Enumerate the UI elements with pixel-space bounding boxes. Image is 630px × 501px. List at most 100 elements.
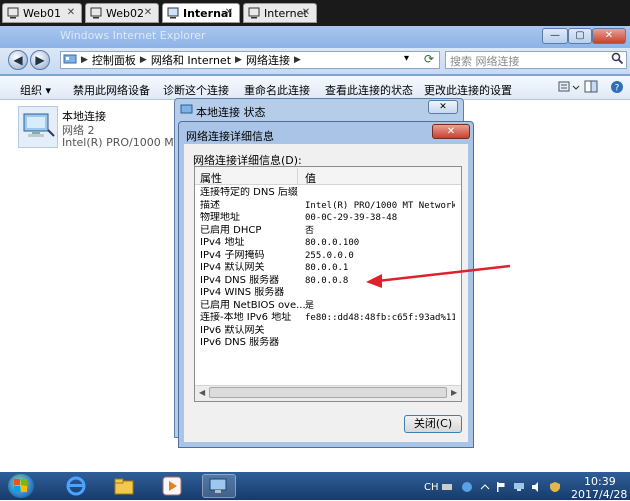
back-button[interactable]: ◀ — [8, 50, 28, 70]
preview-pane-icon[interactable] — [584, 80, 598, 97]
keyboard-icon[interactable] — [442, 482, 452, 492]
address-bar[interactable]: ▶ 控制面板 ▶ 网络和 Internet ▶ 网络连接 ▶ — [60, 51, 440, 69]
status-close-button[interactable]: ✕ — [428, 100, 458, 114]
minimize-button[interactable]: — — [542, 28, 568, 44]
table-row[interactable]: 已启用 DHCP 否 — [200, 225, 455, 237]
control-panel-icon — [61, 53, 79, 68]
row-property: 已启用 DHCP — [200, 224, 262, 236]
vm-tab-web01[interactable]: Web01 ✕ — [2, 3, 82, 23]
file-explorer-icon[interactable] — [108, 474, 140, 498]
row-value: 80.0.0.1 — [305, 263, 349, 273]
row-property: IPv4 默认网关 — [200, 262, 265, 273]
volume-icon[interactable] — [532, 482, 542, 492]
view-options-icon[interactable] — [558, 80, 580, 97]
row-property: 连接-本地 IPv6 地址 — [200, 312, 292, 323]
input-language-indicator[interactable]: CH — [424, 482, 439, 493]
chevron-right-icon: ▶ — [235, 55, 242, 65]
scrollbar-thumb[interactable] — [209, 387, 447, 398]
chevron-down-icon[interactable]: ▾ — [404, 53, 409, 64]
media-player-icon[interactable] — [156, 474, 188, 498]
change-settings-button[interactable]: 更改此连接的设置 — [424, 82, 512, 98]
table-row[interactable]: 连接特定的 DNS 后缀 — [200, 187, 455, 199]
row-property: IPv6 DNS 服务器 — [200, 337, 280, 348]
forward-button[interactable]: ▶ — [30, 50, 50, 70]
search-input[interactable]: 搜索 网络连接 — [445, 51, 627, 69]
column-header-property[interactable]: 属性 — [200, 170, 222, 186]
maximize-button[interactable]: ▢ — [568, 28, 592, 44]
table-row[interactable]: 已启用 NetBIOS ove... 是 — [200, 300, 455, 312]
table-row[interactable]: IPv6 默认网关 — [200, 325, 455, 337]
help-icon[interactable] — [462, 482, 472, 492]
row-property: IPv4 子网掩码 — [200, 249, 265, 261]
security-shield-icon[interactable] — [550, 482, 560, 492]
details-dialog-close-button[interactable]: ✕ — [432, 124, 470, 139]
view-status-button[interactable]: 查看此连接的状态 — [325, 82, 413, 98]
vm-icon — [90, 7, 102, 19]
vm-icon — [7, 7, 19, 19]
details-list-header — [195, 167, 461, 185]
table-row[interactable]: 描述 Intel(R) PRO/1000 MT Network Conn — [200, 200, 455, 212]
row-value: 否 — [305, 225, 315, 236]
vm-tab-internal[interactable]: Internal ✕ — [162, 3, 240, 23]
network-tray-icon[interactable] — [514, 482, 524, 492]
table-row[interactable]: IPv4 地址 80.0.0.100 — [200, 237, 455, 249]
table-row[interactable]: IPv4 WINS 服务器 — [200, 287, 455, 299]
close-icon[interactable]: ✕ — [300, 7, 312, 19]
row-value: 80.0.0.100 — [305, 238, 360, 248]
row-value: 255.0.0.0 — [305, 250, 354, 261]
column-header-value[interactable]: 值 — [305, 170, 316, 186]
help-icon[interactable]: ? — [610, 80, 624, 97]
table-row[interactable]: 连接-本地 IPv6 地址 fe80::dd48:48fb:c65f:93ad%1… — [200, 312, 455, 324]
row-value: Intel(R) PRO/1000 MT Network Conn — [305, 200, 455, 211]
row-value: 00-0C-29-39-38-48 — [305, 213, 398, 223]
close-icon[interactable]: ✕ — [223, 7, 235, 19]
row-property: 已启用 NetBIOS ove... — [200, 299, 306, 311]
clock-time[interactable]: 10:39 — [584, 475, 616, 488]
organize-menu[interactable]: 组织 ▾ — [20, 82, 51, 98]
close-icon[interactable]: ✕ — [65, 7, 77, 19]
network-adapter-icon — [20, 108, 56, 147]
vm-tab-internet[interactable]: Internet ✕ — [243, 3, 317, 23]
window-close-button[interactable]: ✕ — [592, 28, 626, 44]
details-dialog-title: 网络连接详细信息 — [186, 130, 274, 143]
row-property: IPv4 地址 — [200, 237, 245, 248]
svg-text:?: ? — [615, 84, 620, 94]
table-row[interactable]: IPv6 DNS 服务器 — [200, 337, 455, 349]
status-dialog-title: 本地连接 状态 — [196, 106, 266, 119]
row-property: 连接特定的 DNS 后缀 — [200, 187, 298, 198]
scroll-left-icon[interactable]: ◀ — [199, 388, 205, 397]
disable-device-button[interactable]: 禁用此网络设备 — [73, 82, 150, 98]
chevron-right-icon: ▶ — [81, 55, 88, 65]
vm-tab-bar: Web01 ✕ Web02 ✕ Internal ✕ Internet ✕ — [0, 0, 630, 26]
vm-icon — [167, 7, 179, 19]
breadcrumb-network-connections[interactable]: 网络连接 — [244, 52, 292, 68]
chevron-up-icon[interactable] — [480, 482, 490, 492]
vm-icon — [248, 7, 260, 19]
vm-tab-web02[interactable]: Web02 ✕ — [85, 3, 159, 23]
rename-button[interactable]: 重命名此连接 — [244, 82, 310, 98]
network-connections-taskbar-button[interactable] — [202, 474, 236, 498]
row-value: 是 — [305, 300, 315, 311]
action-center-flag-icon[interactable] — [496, 482, 506, 492]
chevron-right-icon: ▶ — [139, 55, 147, 65]
column-divider[interactable] — [297, 168, 298, 184]
refresh-icon[interactable]: ⟳ — [424, 52, 434, 66]
clock-date[interactable]: 2017/4/28 — [571, 488, 627, 501]
row-value: fe80::dd48:48fb:c65f:93ad%11 — [305, 313, 455, 323]
row-value: 80.0.0.8 — [305, 275, 349, 286]
row-property: IPv4 WINS 服务器 — [200, 287, 285, 298]
table-row[interactable]: 物理地址 00-0C-29-39-38-48 — [200, 212, 455, 224]
close-icon[interactable]: ✕ — [142, 7, 154, 19]
internet-explorer-icon[interactable] — [60, 474, 92, 498]
vm-tab-label: Web02 — [106, 6, 144, 20]
row-property: 物理地址 — [200, 212, 240, 223]
windows-logo-icon — [14, 479, 28, 496]
scroll-right-icon[interactable]: ▶ — [451, 388, 457, 397]
diagnose-button[interactable]: 诊断这个连接 — [163, 82, 229, 98]
chevron-right-icon: ▶ — [293, 55, 301, 65]
breadcrumb-control-panel[interactable]: 控制面板 — [90, 52, 138, 68]
search-icon[interactable] — [611, 52, 624, 68]
breadcrumb-network-internet[interactable]: 网络和 Internet — [149, 52, 233, 68]
close-button[interactable]: 关闭(C) — [404, 415, 462, 433]
table-row[interactable]: IPv4 子网掩码 255.0.0.0 — [200, 250, 455, 262]
